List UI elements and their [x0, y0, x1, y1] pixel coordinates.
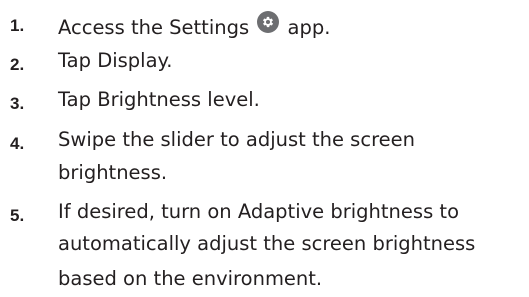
step-text-line-1: If desired, turn on Adaptive brightness … [58, 200, 459, 223]
step-text-line-1: Swipe the slider to adjust the screen [58, 128, 416, 151]
settings-gear-icon [257, 11, 280, 33]
step-text: Access the Settings app. [58, 11, 528, 38]
step-number: 3. [10, 94, 25, 113]
step-text: Tap Display. [58, 49, 173, 72]
step-number: 1. [10, 16, 25, 35]
step-text-line-2: automatically adjust the screen brightne… [58, 232, 476, 255]
step-text: Tap Brightness level. [58, 88, 260, 111]
step-text-after-icon: app. [287, 16, 331, 39]
step-number: 5. [10, 206, 25, 225]
step-number: 4. [10, 134, 25, 153]
step-text-line-3: based on the environment. [58, 267, 323, 290]
step-text-line-2: brightness. [58, 161, 168, 184]
step-text-before-icon: Access the Settings [58, 16, 250, 39]
step-number: 2. [10, 55, 25, 74]
